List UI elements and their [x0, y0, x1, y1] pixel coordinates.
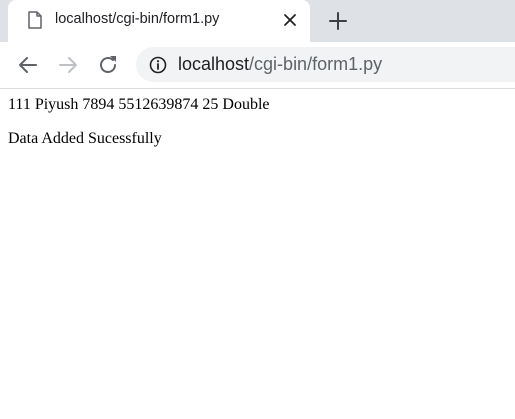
arrow-right-icon[interactable] [56, 53, 80, 77]
tab-active[interactable]: localhost/cgi-bin/form1.py [8, 0, 310, 42]
address-bar[interactable]: localhost/cgi-bin/form1.py [136, 47, 515, 82]
info-icon[interactable] [149, 56, 167, 74]
browser-toolbar: localhost/cgi-bin/form1.py [0, 42, 515, 89]
reload-icon[interactable] [96, 53, 120, 77]
close-icon[interactable] [282, 12, 298, 28]
tab-strip: localhost/cgi-bin/form1.py [0, 0, 515, 42]
arrow-left-icon[interactable] [16, 53, 40, 77]
url-host: localhost [178, 54, 250, 74]
page-icon [28, 11, 42, 29]
status-message: Data Added Sucessfully [8, 130, 162, 147]
plus-icon[interactable] [327, 10, 349, 32]
record-line: 111 Piyush 7894 5512639874 25 Double [8, 96, 270, 113]
tab-title: localhost/cgi-bin/form1.py [55, 11, 220, 27]
page-content: 111 Piyush 7894 5512639874 25 Double Dat… [8, 95, 508, 163]
url-path: /cgi-bin/form1.py [249, 54, 383, 74]
url-text[interactable]: localhost/cgi-bin/form1.py [178, 54, 382, 75]
